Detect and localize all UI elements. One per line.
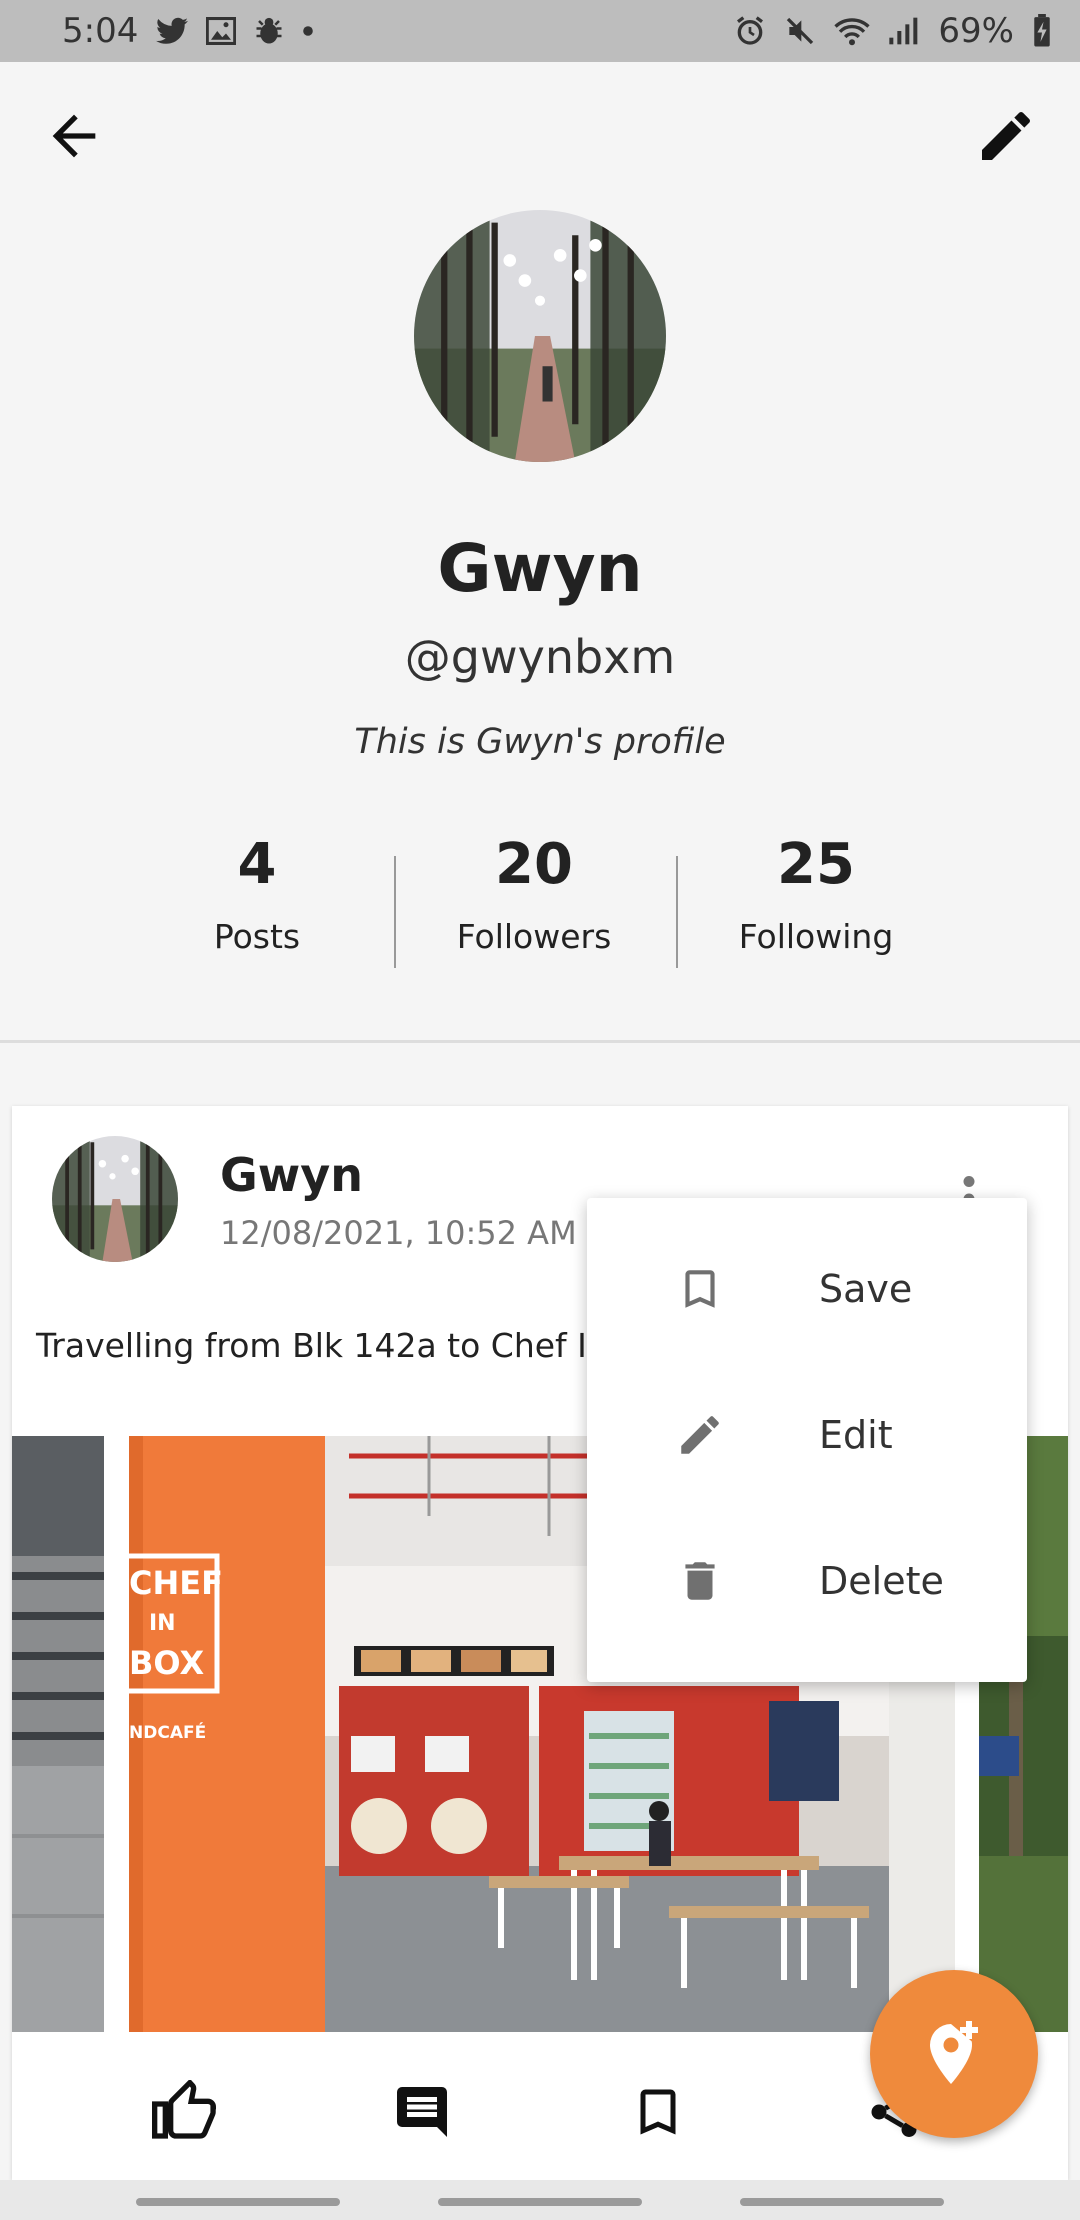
avatar-photo	[414, 210, 666, 462]
profile-handle: @gwynbxm	[404, 630, 676, 684]
post-text: Travelling from Blk 142a to Chef In	[36, 1326, 608, 1365]
post-avatar[interactable]	[52, 1136, 178, 1262]
section-divider	[0, 1040, 1080, 1043]
battery-text: 69%	[938, 11, 1014, 51]
profile-bio: This is Gwyn's profile	[354, 722, 726, 762]
status-right: 69%	[734, 11, 1052, 51]
sign-in: IN	[149, 1611, 176, 1636]
profile-avatar	[414, 210, 666, 462]
system-nav-bar	[0, 2180, 1080, 2220]
arrow-back-icon	[52, 114, 96, 158]
pencil-icon	[681, 1416, 719, 1454]
stat-posts-label: Posts	[213, 917, 301, 956]
sign-box: BOX	[129, 1644, 204, 1682]
signal-icon	[889, 17, 918, 45]
status-time: 5:04	[62, 11, 139, 51]
battery-charging-icon	[1034, 14, 1050, 47]
stat-following[interactable]: 25 Following	[696, 832, 936, 956]
post-timestamp: 12/08/2021, 10:52 AM	[220, 1214, 577, 1252]
stat-followers-label: Followers	[456, 917, 612, 956]
stat-divider	[394, 856, 396, 968]
edit-profile-button[interactable]	[974, 104, 1038, 168]
profile-stats: 4 Posts 20 Followers 25 Following	[0, 832, 1080, 982]
pencil-icon	[982, 111, 1030, 160]
comment-icon	[397, 2087, 447, 2137]
status-bar: 5:04 69%	[0, 0, 1080, 62]
status-left: 5:04	[62, 11, 314, 51]
like-button[interactable]	[144, 2072, 224, 2152]
bookmark-icon	[640, 2089, 676, 2135]
add-location-fab[interactable]	[870, 1970, 1038, 2138]
comment-button[interactable]	[382, 2072, 462, 2152]
sign-chef: CHEF	[129, 1564, 223, 1602]
alarm-icon	[737, 16, 764, 45]
menu-item-save[interactable]: Save	[587, 1216, 1027, 1362]
post-context-menu: Save Edit Delete	[587, 1198, 1027, 1682]
stat-posts-count: 4	[237, 832, 277, 897]
add-location-icon	[930, 2021, 978, 2084]
stat-following-count: 25	[777, 832, 855, 897]
stat-followers[interactable]: 20 Followers	[414, 832, 654, 956]
like-icon	[152, 2080, 216, 2139]
sign-cafe: NDCAFÉ	[129, 1721, 206, 1743]
avatar-photo	[52, 1136, 178, 1262]
bookmark-button[interactable]	[618, 2072, 698, 2152]
gallery-icon	[206, 17, 237, 45]
menu-item-label: Delete	[819, 1559, 944, 1603]
post-author[interactable]: Gwyn	[220, 1148, 363, 1202]
stat-followers-count: 20	[495, 832, 573, 897]
nav-home-button[interactable]	[438, 2198, 642, 2206]
stat-divider	[676, 856, 678, 968]
post-photo-previous[interactable]	[12, 1436, 104, 2032]
wifi-icon	[834, 18, 871, 46]
photo-walkway	[12, 1436, 104, 2032]
menu-item-delete[interactable]: Delete	[587, 1508, 1027, 1654]
stat-following-label: Following	[738, 917, 894, 956]
nav-recents-button[interactable]	[136, 2198, 340, 2206]
stat-posts[interactable]: 4 Posts	[137, 832, 377, 956]
dot-icon	[303, 26, 314, 36]
bookmark-icon	[685, 1270, 715, 1308]
menu-item-label: Edit	[819, 1413, 893, 1457]
menu-item-edit[interactable]: Edit	[587, 1362, 1027, 1508]
menu-item-label: Save	[819, 1267, 913, 1311]
bug-icon	[256, 17, 282, 44]
profile-name: Gwyn	[437, 530, 643, 607]
mute-icon	[787, 17, 814, 45]
trash-icon	[685, 1562, 715, 1600]
back-button[interactable]	[42, 104, 106, 168]
twitter-icon	[156, 17, 189, 44]
nav-back-button[interactable]	[740, 2198, 944, 2206]
